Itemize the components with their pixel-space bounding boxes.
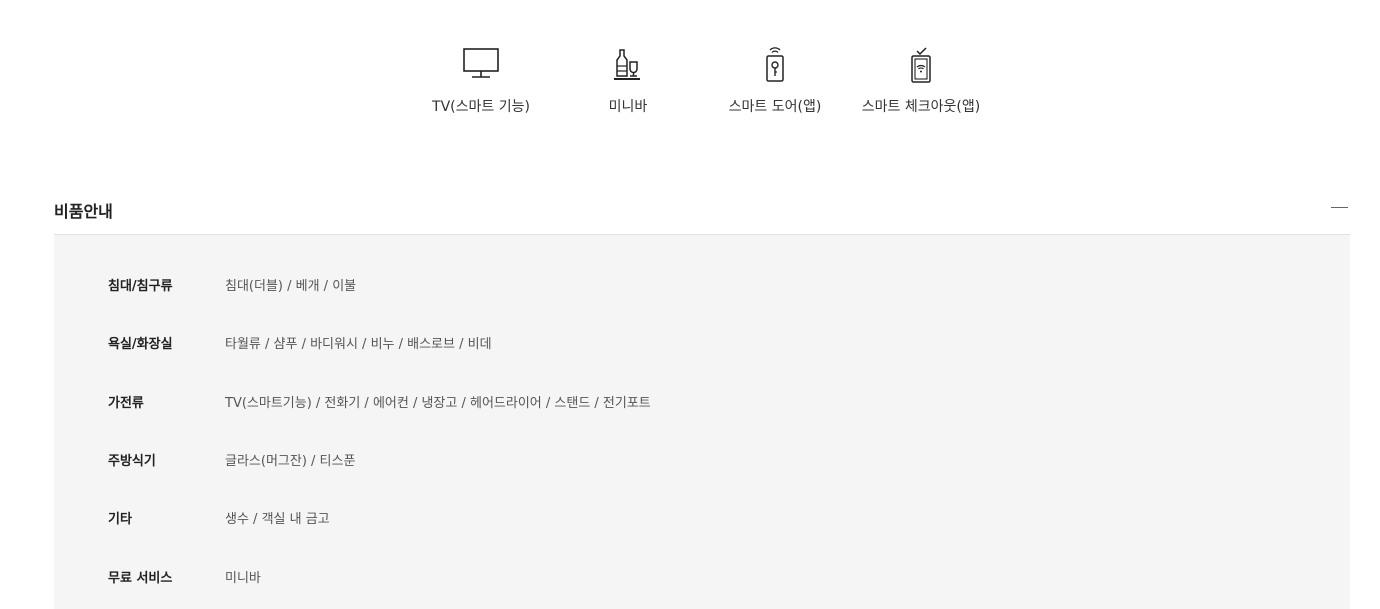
category-label: 주방식기 [108,454,156,469]
amenities-page: TV(스마트 기능) 미니바 스마트 도어(앱) 스마트 체크아웃(앱) 비품안… [0,0,1380,609]
list-item: 가전류 TV(스마트기능) / 전화기 / 에어컨 / 냉장고 / 헤어드라이어… [54,388,1350,412]
smart-checkout-icon [851,40,991,88]
amenity-smart-checkout: 스마트 체크아웃(앱) [851,40,991,116]
list-item: 주방식기 글라스(머그잔) / 티스푼 [54,446,1350,470]
list-item: 무료 서비스 미니바 [54,563,1350,587]
amenity-label: 미니바 [608,99,648,115]
category-label: 침대/침구류 [108,279,173,294]
section-header[interactable]: 비품안내 [54,184,1350,235]
list-item: 기타 생수 / 객실 내 금고 [54,504,1350,528]
amenity-list-panel: 침대/침구류 침대(더블) / 베개 / 이불 욕실/화장실 타월류 / 샴푸 … [54,235,1350,609]
list-item: 욕실/화장실 타월류 / 샴푸 / 바디워시 / 비누 / 배스로브 / 비데 [54,329,1350,353]
amenity-tv: TV(스마트 기능) [411,40,551,116]
minus-icon [1331,207,1348,208]
category-items: 타월류 / 샴푸 / 바디워시 / 비누 / 배스로브 / 비데 [225,337,492,352]
amenity-label: 스마트 도어(앱) [728,99,822,115]
category-label: 기타 [108,512,132,527]
category-label: 욕실/화장실 [108,337,173,352]
category-items: TV(스마트기능) / 전화기 / 에어컨 / 냉장고 / 헤어드라이어 / 스… [225,396,651,411]
category-items: 침대(더블) / 베개 / 이불 [225,279,357,294]
category-label: 가전류 [108,396,144,411]
category-items: 생수 / 객실 내 금고 [225,512,330,527]
smart-door-icon [705,40,845,88]
tv-icon [411,40,551,88]
amenity-smart-door: 스마트 도어(앱) [705,40,845,116]
minibar-icon [558,40,698,88]
category-items: 글라스(머그잔) / 티스푼 [225,454,356,469]
collapse-button[interactable] [1330,198,1350,218]
section-title: 비품안내 [54,202,113,221]
category-label: 무료 서비스 [108,571,173,586]
category-items: 미니바 [225,571,261,586]
amenity-minibar: 미니바 [558,40,698,116]
amenity-label: 스마트 체크아웃(앱) [861,99,981,115]
amenity-label: TV(스마트 기능) [432,99,530,115]
amenities-row: TV(스마트 기능) 미니바 스마트 도어(앱) 스마트 체크아웃(앱) [0,40,1380,150]
list-item: 침대/침구류 침대(더블) / 베개 / 이불 [54,271,1350,295]
